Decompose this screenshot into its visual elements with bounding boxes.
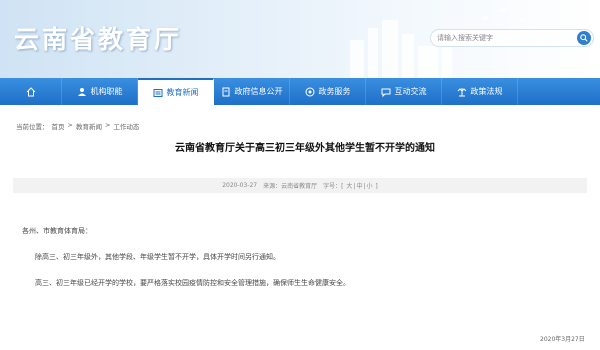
- service-icon: [305, 87, 315, 97]
- nav-item-education-news[interactable]: 教育新闻: [138, 78, 214, 105]
- article-paragraph: 除高三、初三年级外，其他学段、年级学生暂不开学，具体开学时间另行通知。: [35, 253, 280, 261]
- article-salutation: 各州、市教育体育局：: [22, 227, 92, 235]
- nav-item-gov-info[interactable]: 政府信息公开: [214, 78, 290, 105]
- article-paragraph: 高三、初三年级已经开学的学校，要严格落实校园疫情防控和安全管理措施，确保师生生命…: [35, 279, 350, 287]
- site-header: 云南省教育厅: [0, 0, 600, 78]
- search-input[interactable]: [437, 31, 572, 45]
- nav-item-interaction[interactable]: 互动交流: [366, 78, 442, 105]
- people-icon: [77, 87, 87, 97]
- article-source: 来源：云南省教育厅: [263, 183, 318, 190]
- nav-item-gov-service[interactable]: 政务服务: [290, 78, 366, 105]
- search-box: [430, 29, 594, 47]
- breadcrumb-work-updates[interactable]: 工作动态: [113, 121, 139, 131]
- article-title: 云南省教育厅关于高三初三年级外其他学生暂不开学的通知: [175, 143, 435, 154]
- search-icon: [580, 34, 588, 42]
- nav-item-label: 教育新闻: [166, 88, 199, 97]
- font-size-suffix: ]: [375, 183, 378, 190]
- font-size-control: 字号：[ 大|中|小 ]: [323, 183, 378, 190]
- breadcrumb-prefix: 当前位置：: [16, 123, 49, 131]
- main-nav: 机构职能 教育新闻 政府信息公开 政务服务 互动交流 政策法规: [0, 78, 600, 105]
- law-icon: [457, 87, 467, 97]
- search-button[interactable]: [577, 31, 591, 45]
- news-icon: [153, 88, 163, 98]
- site-title[interactable]: 云南省教育厅: [14, 20, 182, 56]
- article-footer-date: 2020年3月27日: [540, 336, 585, 343]
- nav-item-institution[interactable]: 机构职能: [62, 78, 138, 105]
- nav-item-policy[interactable]: 政策法规: [442, 78, 518, 105]
- article-date: 2020-03-27: [222, 182, 258, 189]
- font-size-small[interactable]: 小: [365, 183, 373, 190]
- breadcrumb-separator: >: [67, 121, 73, 129]
- nav-item-label: 政策法规: [470, 87, 503, 96]
- home-icon: [26, 86, 36, 97]
- nav-item-label: 政府信息公开: [234, 87, 283, 96]
- breadcrumb-separator: >: [104, 121, 111, 129]
- nav-item-label: 政务服务: [318, 87, 351, 96]
- chat-icon: [381, 87, 391, 97]
- font-size-large[interactable]: 大: [345, 183, 353, 190]
- breadcrumb-home[interactable]: 首页: [52, 121, 65, 131]
- nav-home[interactable]: [0, 78, 62, 105]
- font-size-prefix: 字号：[: [323, 183, 344, 190]
- nav-item-label: 互动交流: [394, 87, 427, 96]
- breadcrumb-education-news[interactable]: 教育新闻: [76, 121, 102, 131]
- article-meta: 2020-03-27 来源：云南省教育厅 字号：[ 大|中|小 ]: [13, 178, 587, 193]
- font-size-medium[interactable]: 中: [355, 183, 363, 190]
- nav-item-label: 机构职能: [90, 87, 123, 96]
- breadcrumb: 当前位置： 首页 > 教育新闻 > 工作动态: [16, 121, 139, 131]
- document-icon: [221, 87, 231, 97]
